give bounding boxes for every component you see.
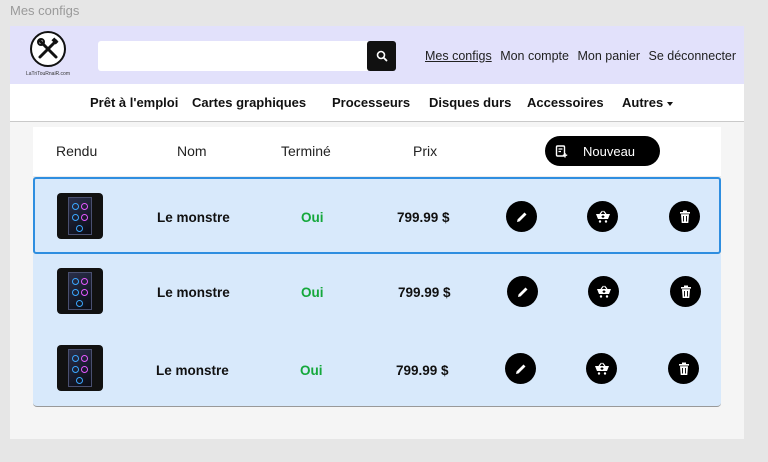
nav-item-autres-label: Autres [622,95,664,110]
pc-render-image [57,193,103,239]
table-row[interactable]: Le monstre Oui 799.99 $ [33,177,721,254]
trash-icon [678,362,689,375]
trash-icon [679,210,690,223]
pc-render-image [57,345,103,391]
link-mon-panier[interactable]: Mon panier [577,49,640,63]
trash-icon [680,285,691,298]
link-se-deconnecter[interactable]: Se déconnecter [648,49,736,63]
logo[interactable]: LaTriTouRnaiR.com [24,31,72,79]
config-done: Oui [301,210,324,225]
new-config-button[interactable]: Nouveau [545,136,660,166]
search-bar [98,41,396,71]
config-done: Oui [300,363,323,378]
search-icon [376,50,387,62]
pc-render-image [57,268,103,314]
add-to-cart-button[interactable] [586,353,617,384]
delete-button[interactable] [668,353,699,384]
nav-item-accessoires[interactable]: Accessoires [527,95,604,110]
config-price: 799.99 $ [397,210,450,225]
config-name: Le monstre [157,285,230,300]
column-header-nom: Nom [177,143,207,159]
new-config-label: Nouveau [583,143,636,159]
table-row[interactable]: Le monstre Oui 799.99 $ [33,254,721,331]
config-price: 799.99 $ [398,285,451,300]
add-to-cart-icon [595,210,610,223]
pencil-icon [516,212,526,222]
config-name: Le monstre [157,210,230,225]
app-window: LaTriTouRnaiR.com Mes configs Mon compte… [10,26,744,439]
table-row[interactable]: Le monstre Oui 799.99 $ [33,330,721,407]
add-to-cart-icon [594,362,609,375]
delete-button[interactable] [670,276,701,307]
link-mes-configs[interactable]: Mes configs [425,49,492,63]
search-button[interactable] [367,41,396,71]
edit-button[interactable] [506,201,537,232]
nav-item-pret[interactable]: Prêt à l'emploi [90,95,178,110]
config-done: Oui [301,285,324,300]
column-header-termine: Terminé [281,143,331,159]
new-document-icon [555,144,568,158]
header: LaTriTouRnaiR.com Mes configs Mon compte… [10,26,744,84]
config-name: Le monstre [156,363,229,378]
table-header: Rendu Nom Terminé Prix Nouveau [33,127,721,176]
chevron-down-icon [667,101,674,106]
add-to-cart-button[interactable] [587,201,618,232]
edit-button[interactable] [505,353,536,384]
logo-caption: LaTriTouRnaiR.com [26,71,70,77]
frame-title: Mes configs [10,3,80,18]
column-header-prix: Prix [413,143,438,159]
account-links: Mes configs Mon compte Mon panier Se déc… [425,49,741,63]
column-header-rendu: Rendu [56,143,98,159]
nav-item-cartes-graphiques[interactable]: Cartes graphiques [192,95,306,110]
configs-table: Rendu Nom Terminé Prix Nouveau Le monstr… [33,127,721,407]
nav-item-disques-durs[interactable]: Disques durs [429,95,511,110]
pencil-icon [515,364,525,374]
edit-button[interactable] [507,276,538,307]
category-nav: Prêt à l'emploi Cartes graphiques Proces… [10,84,744,122]
pencil-icon [517,287,527,297]
nav-item-processeurs[interactable]: Processeurs [332,95,410,110]
search-input[interactable] [98,41,368,71]
delete-button[interactable] [669,201,700,232]
add-to-cart-button[interactable] [588,276,619,307]
link-mon-compte[interactable]: Mon compte [500,49,569,63]
tools-icon [30,31,66,67]
nav-item-autres[interactable]: Autres [622,95,674,110]
add-to-cart-icon [596,285,611,298]
config-price: 799.99 $ [396,363,449,378]
